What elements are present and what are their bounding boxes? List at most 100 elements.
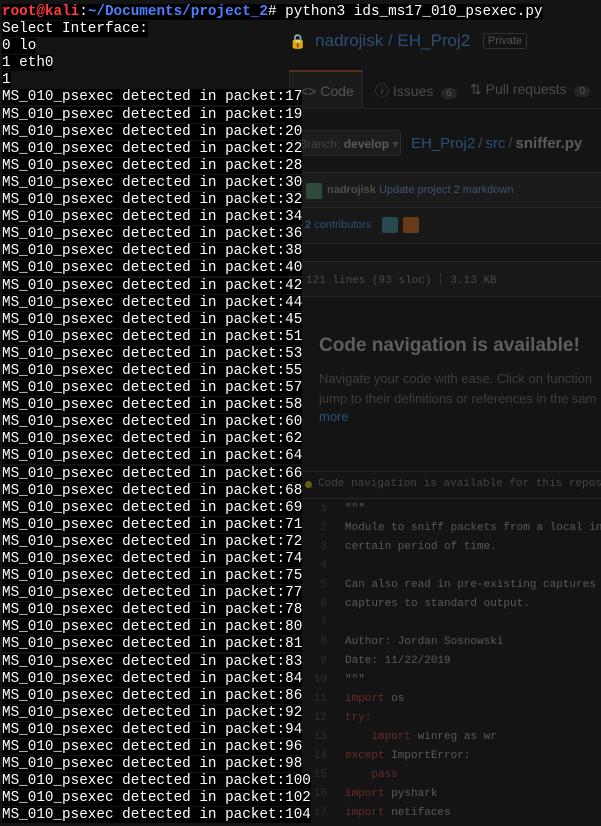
terminal-line-text: MS_010_psexec detected in packet:38 [2,243,303,260]
terminal-line-text: MS_010_psexec detected in packet:72 [2,533,303,550]
terminal-line: MS_010_psexec detected in packet:58 [2,397,601,414]
terminal-line-text: MS_010_psexec detected in packet:68 [2,482,303,499]
terminal-line: MS_010_psexec detected in packet:80 [2,619,601,636]
terminal-line: MS_010_psexec detected in packet:22 [2,140,601,158]
terminal-line-text: Select Interface: [2,21,148,38]
terminal-line-text: MS_010_psexec detected in packet:53 [2,345,303,362]
terminal-lines: Select Interface: 0 lo 1 eth0 1 MS_010_psexe… [2,21,601,824]
terminal-line-text: MS_010_psexec detected in packet:60 [2,414,303,431]
terminal-line-text: MS_010_psexec detected in packet:71 [2,516,303,533]
terminal-line: MS_010_psexec detected in packet:32 [2,192,601,209]
terminal-line-text: MS_010_psexec detected in packet:69 [2,499,303,516]
terminal-line: MS_010_psexec detected in packet:81 [2,636,601,653]
terminal-line: MS_010_psexec detected in packet:38 [2,243,601,260]
terminal-line-text: MS_010_psexec detected in packet:62 [2,431,303,448]
terminal-line: MS_010_psexec detected in packet:53 [2,345,601,363]
terminal-line-text: MS_010_psexec detected in packet:84 [2,670,303,687]
terminal-line: MS_010_psexec detected in packet:66 [2,465,601,483]
terminal-line: MS_010_psexec detected in packet:17 [2,89,601,106]
terminal-command: python3 ids_ms17_010_psexec.py [285,4,543,20]
terminal-line-text: MS_010_psexec detected in packet:100 [2,773,311,790]
terminal-line: MS_010_psexec detected in packet:42 [2,277,601,295]
terminal-line: MS_010_psexec detected in packet:34 [2,209,601,226]
terminal-line: MS_010_psexec detected in packet:44 [2,294,601,312]
terminal-line-text: 1 [2,72,11,89]
terminal-line: MS_010_psexec detected in packet:64 [2,448,601,465]
terminal-line: MS_010_psexec detected in packet:98 [2,756,601,773]
terminal-line: MS_010_psexec detected in packet:83 [2,653,601,671]
terminal-line-text: MS_010_psexec detected in packet:34 [2,209,303,226]
terminal-line: MS_010_psexec detected in packet:92 [2,704,601,722]
terminal-line-text: MS_010_psexec detected in packet:75 [2,568,303,585]
terminal-line-text: MS_010_psexec detected in packet:51 [2,328,303,345]
terminal-line-text: MS_010_psexec detected in packet:102 [2,790,311,807]
terminal-line-text: MS_010_psexec detected in packet:92 [2,704,303,721]
terminal-line: MS_010_psexec detected in packet:78 [2,602,601,619]
terminal-line-text: MS_010_psexec detected in packet:58 [2,397,303,414]
terminal-line-text: MS_010_psexec detected in packet:94 [2,721,303,738]
terminal-line-text: MS_010_psexec detected in packet:40 [2,260,303,277]
terminal-line: MS_010_psexec detected in packet:75 [2,568,601,585]
terminal-line: Select Interface: [2,21,601,38]
terminal-line-text: MS_010_psexec detected in packet:83 [2,653,303,670]
terminal-line-text: MS_010_psexec detected in packet:28 [2,157,303,174]
terminal-line: MS_010_psexec detected in packet:40 [2,260,601,277]
terminal-line-text: 1 eth0 [2,55,54,72]
terminal-prompt-line: root@kali:~/Documents/project_2# python3… [2,4,601,21]
terminal-line: MS_010_psexec detected in packet:19 [2,106,601,124]
terminal-line: MS_010_psexec detected in packet:94 [2,721,601,739]
terminal-line-text: MS_010_psexec detected in packet:20 [2,123,303,140]
terminal-line: MS_010_psexec detected in packet:86 [2,687,601,705]
terminal-line-text: MS_010_psexec detected in packet:55 [2,362,303,379]
terminal-line-text: 0 lo [2,38,37,55]
terminal-line-text: MS_010_psexec detected in packet:22 [2,140,303,157]
terminal-line: 1 eth0 [2,55,601,72]
terminal-line-text: MS_010_psexec detected in packet:81 [2,636,303,653]
terminal-line-text: MS_010_psexec detected in packet:104 [2,807,311,824]
terminal-line: MS_010_psexec detected in packet:71 [2,516,601,534]
terminal-line: MS_010_psexec detected in packet:77 [2,585,601,602]
prompt-user-host: root@kali [2,4,80,20]
prompt-hash: # [267,4,286,20]
terminal-line-text: MS_010_psexec detected in packet:74 [2,551,303,567]
terminal-line: MS_010_psexec detected in packet:74 [2,551,601,568]
terminal-line-text: MS_010_psexec detected in packet:64 [2,448,303,465]
terminal-line: MS_010_psexec detected in packet:60 [2,414,601,431]
terminal-line-text: MS_010_psexec detected in packet:98 [2,756,303,773]
terminal-line: MS_010_psexec detected in packet:68 [2,482,601,500]
terminal-output[interactable]: root@kali:~/Documents/project_2# python3… [2,4,601,825]
terminal-line: MS_010_psexec detected in packet:69 [2,499,601,517]
terminal-line-text: MS_010_psexec detected in packet:32 [2,192,303,209]
terminal-line: MS_010_psexec detected in packet:28 [2,157,601,175]
terminal-line: MS_010_psexec detected in packet:84 [2,670,601,688]
terminal-line-text: MS_010_psexec detected in packet:45 [2,311,303,328]
terminal-line: 1 [2,72,601,89]
prompt-path: ~/Documents/project_2 [87,4,268,20]
terminal-line-text: MS_010_psexec detected in packet:66 [2,465,303,482]
terminal-line-text: MS_010_psexec detected in packet:77 [2,585,303,602]
terminal-line: MS_010_psexec detected in packet:100 [2,773,601,790]
terminal-line-text: MS_010_psexec detected in packet:17 [2,89,303,106]
terminal-line: MS_010_psexec detected in packet:62 [2,431,601,448]
terminal-line-text: MS_010_psexec detected in packet:96 [2,739,303,756]
terminal-line-text: MS_010_psexec detected in packet:42 [2,277,303,294]
terminal-line: MS_010_psexec detected in packet:30 [2,174,601,192]
terminal-line: MS_010_psexec detected in packet:57 [2,380,601,397]
terminal-line-text: MS_010_psexec detected in packet:19 [2,106,303,123]
screen: 🔒 nadrojisk / EH_Proj2 Private <> Code ⓘ… [0,0,601,826]
terminal-line-text: MS_010_psexec detected in packet:57 [2,380,303,397]
terminal-line: MS_010_psexec detected in packet:20 [2,123,601,141]
prompt-colon: : [79,4,88,20]
terminal-line: MS_010_psexec detected in packet:104 [2,807,601,824]
terminal-line: MS_010_psexec detected in packet:96 [2,739,601,756]
terminal-line-text: MS_010_psexec detected in packet:86 [2,687,303,704]
terminal-line: MS_010_psexec detected in packet:51 [2,328,601,346]
terminal-line-text: MS_010_psexec detected in packet:30 [2,174,303,191]
terminal-line: MS_010_psexec detected in packet:36 [2,226,601,243]
terminal-line: 0 lo [2,38,601,55]
terminal-line: MS_010_psexec detected in packet:72 [2,533,601,551]
terminal-line-text: MS_010_psexec detected in packet:36 [2,226,303,243]
terminal-line-text: MS_010_psexec detected in packet:44 [2,294,303,311]
terminal-line: MS_010_psexec detected in packet:55 [2,362,601,380]
terminal-line: MS_010_psexec detected in packet:45 [2,311,601,329]
